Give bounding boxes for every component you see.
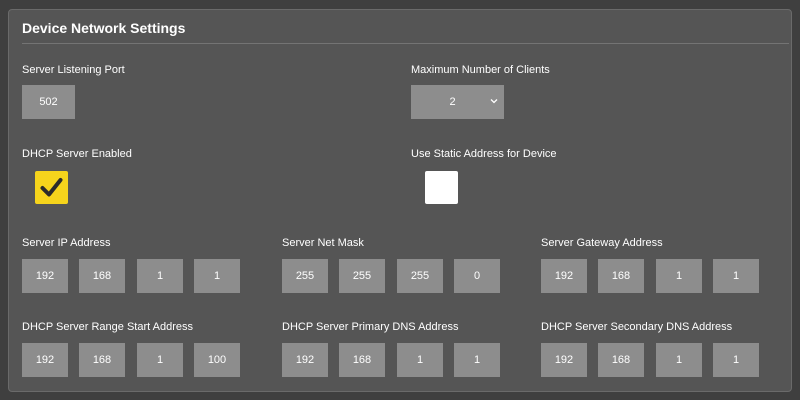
primary-dns-octet-3[interactable]: 1: [397, 343, 443, 377]
dhcp-range-start-octet-1[interactable]: 192: [22, 343, 68, 377]
max-clients-select[interactable]: 2: [411, 85, 504, 119]
title-divider: [22, 43, 789, 44]
max-clients-label: Maximum Number of Clients: [411, 64, 550, 76]
panel-title: Device Network Settings: [22, 20, 186, 36]
primary-dns-octet-4[interactable]: 1: [454, 343, 500, 377]
dhcp-range-start-octet-2[interactable]: 168: [79, 343, 125, 377]
server-ip-label: Server IP Address: [22, 237, 111, 249]
dhcp-range-start-octet-3[interactable]: 1: [137, 343, 183, 377]
gateway-label: Server Gateway Address: [541, 237, 663, 249]
secondary-dns-label: DHCP Server Secondary DNS Address: [541, 321, 733, 333]
chevron-down-icon: [490, 99, 498, 104]
dhcp-range-start-label: DHCP Server Range Start Address: [22, 321, 193, 333]
net-mask-octet-1[interactable]: 255: [282, 259, 328, 293]
net-mask-octet-2[interactable]: 255: [339, 259, 385, 293]
secondary-dns-octet-2[interactable]: 168: [598, 343, 644, 377]
primary-dns-octet-2[interactable]: 168: [339, 343, 385, 377]
gateway-octet-4[interactable]: 1: [713, 259, 759, 293]
max-clients-value: 2: [449, 96, 456, 108]
net-mask-octet-3[interactable]: 255: [397, 259, 443, 293]
gateway-octet-1[interactable]: 192: [541, 259, 587, 293]
server-port-input[interactable]: 502: [22, 85, 75, 119]
dhcp-enabled-checkbox[interactable]: [35, 171, 68, 204]
dhcp-enabled-label: DHCP Server Enabled: [22, 148, 132, 160]
server-ip-octet-2[interactable]: 168: [79, 259, 125, 293]
device-network-settings-panel: Device Network Settings Server Listening…: [8, 9, 792, 392]
dhcp-range-start-octet-4[interactable]: 100: [194, 343, 240, 377]
server-ip-octet-3[interactable]: 1: [137, 259, 183, 293]
server-port-label: Server Listening Port: [22, 64, 125, 76]
server-ip-octet-1[interactable]: 192: [22, 259, 68, 293]
server-ip-octet-4[interactable]: 1: [194, 259, 240, 293]
secondary-dns-octet-3[interactable]: 1: [656, 343, 702, 377]
primary-dns-octet-1[interactable]: 192: [282, 343, 328, 377]
gateway-octet-3[interactable]: 1: [656, 259, 702, 293]
secondary-dns-octet-1[interactable]: 192: [541, 343, 587, 377]
checkmark-icon: [40, 178, 63, 197]
net-mask-label: Server Net Mask: [282, 237, 364, 249]
static-address-label: Use Static Address for Device: [411, 148, 557, 160]
gateway-octet-2[interactable]: 168: [598, 259, 644, 293]
net-mask-octet-4[interactable]: 0: [454, 259, 500, 293]
static-address-checkbox[interactable]: [425, 171, 458, 204]
secondary-dns-octet-4[interactable]: 1: [713, 343, 759, 377]
primary-dns-label: DHCP Server Primary DNS Address: [282, 321, 459, 333]
